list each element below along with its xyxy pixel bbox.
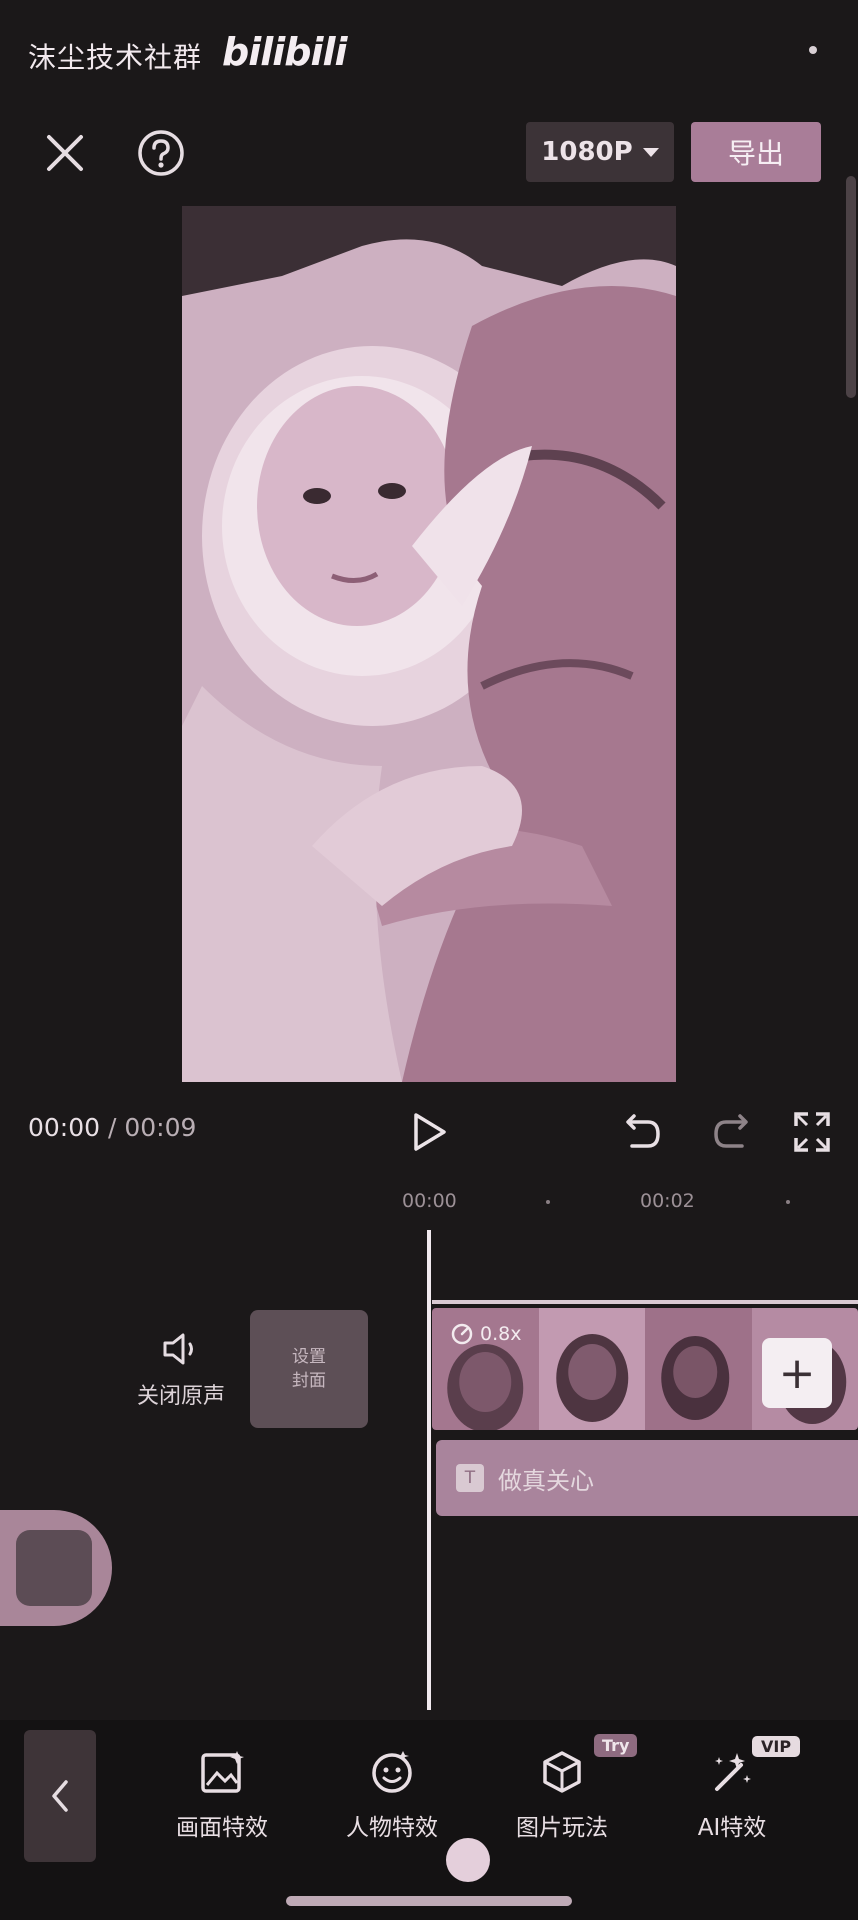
chevron-left-icon: [52, 1780, 68, 1812]
watermark-text: 沫尘技术社群: [28, 41, 203, 74]
speaker-icon: [163, 1333, 193, 1365]
time-separator: /: [100, 1113, 125, 1142]
text-clip-icon: T: [456, 1464, 484, 1492]
fullscreen-button[interactable]: [792, 1110, 832, 1154]
tool-label: 画面特效: [176, 1815, 268, 1841]
close-button[interactable]: [40, 128, 90, 178]
ruler-tick-2: 00:02: [640, 1190, 695, 1212]
preview-frame-image: [182, 206, 676, 1082]
tool-image-effect[interactable]: 画面特效: [152, 1746, 292, 1842]
clip-frame: [538, 1308, 645, 1430]
cover-label-line1: 设置: [292, 1347, 326, 1367]
undo-button[interactable]: [624, 1108, 664, 1154]
help-button[interactable]: [136, 128, 186, 178]
cover-label-line2: 封面: [292, 1371, 326, 1391]
fullscreen-icon: [794, 1112, 830, 1152]
speed-icon: [451, 1323, 473, 1345]
current-time: 00:00: [28, 1113, 101, 1142]
redo-icon: [714, 1114, 748, 1148]
set-cover-button[interactable]: 设置 封面: [250, 1310, 368, 1428]
tool-image-play[interactable]: 图片玩法: [492, 1746, 632, 1842]
mute-original-sound-button[interactable]: 关闭原声: [126, 1332, 236, 1410]
image-effect-icon: [201, 1751, 244, 1793]
scrollbar[interactable]: [846, 176, 856, 398]
floating-drawer-icon: [16, 1530, 92, 1606]
assistive-touch-dot[interactable]: [446, 1838, 490, 1882]
status-dot: [809, 46, 817, 54]
ruler-tick-0: 00:00: [402, 1190, 457, 1212]
redo-button[interactable]: [710, 1108, 750, 1154]
resolution-dropdown[interactable]: 1080P: [526, 122, 674, 182]
time-display: 00:00 / 00:09: [28, 1113, 196, 1142]
play-button[interactable]: [410, 1108, 450, 1156]
text-clip-label: 做真关心: [498, 1466, 594, 1495]
help-icon: [138, 130, 184, 176]
bilibili-logo: bilibili: [222, 30, 348, 74]
try-badge: Try: [594, 1734, 638, 1757]
tool-face-effect[interactable]: 人物特效: [322, 1746, 462, 1842]
chevron-down-icon: [642, 147, 659, 157]
undo-icon: [626, 1114, 660, 1148]
tool-label: AI特效: [697, 1815, 767, 1841]
ruler-dot: [786, 1200, 790, 1204]
back-button[interactable]: [24, 1730, 96, 1862]
resolution-label: 1080P: [541, 137, 633, 167]
tool-label: 图片玩法: [516, 1815, 608, 1841]
video-preview[interactable]: [182, 206, 676, 1082]
speed-badge: 0.8x: [450, 1322, 521, 1346]
playhead[interactable]: [427, 1230, 431, 1710]
ruler-dot: [546, 1200, 550, 1204]
tool-ai-effect[interactable]: AI特效: [662, 1746, 802, 1842]
export-button[interactable]: 导出: [691, 122, 821, 182]
tool-label: 人物特效: [346, 1815, 438, 1841]
play-icon: [414, 1113, 446, 1151]
home-indicator[interactable]: [286, 1896, 572, 1906]
text-track-clip[interactable]: T 做真关心: [436, 1440, 858, 1516]
total-time: 00:09: [124, 1113, 197, 1142]
face-effect-icon: [372, 1751, 412, 1793]
clip-selection-bar: [432, 1300, 858, 1304]
magic-wand-icon: [715, 1753, 751, 1791]
mute-label: 关闭原声: [136, 1384, 225, 1409]
speed-value: 0.8x: [480, 1323, 522, 1345]
close-icon: [47, 135, 83, 171]
cube-icon: [543, 1751, 581, 1793]
vip-badge: VIP: [752, 1736, 801, 1757]
add-clip-button[interactable]: +: [762, 1338, 832, 1408]
clip-frame: [645, 1308, 752, 1430]
